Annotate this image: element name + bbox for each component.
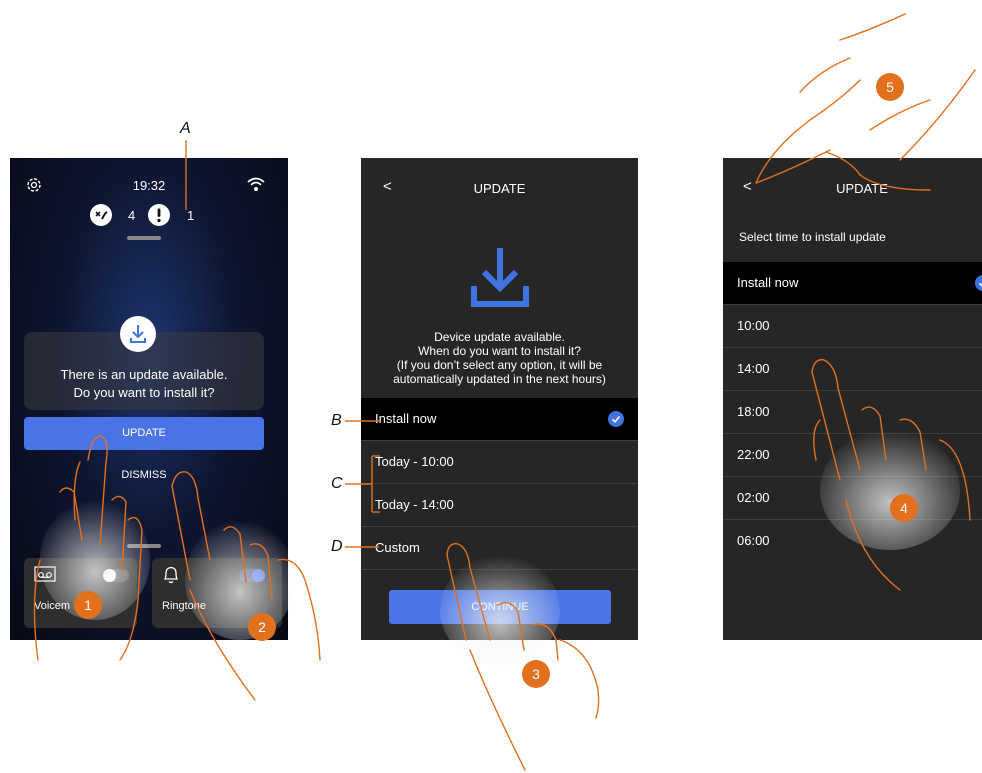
- page-title: UPDATE: [473, 181, 526, 196]
- info-line-1: Device update available.: [434, 330, 565, 344]
- callout-d: D: [331, 538, 343, 555]
- callout-c: C: [331, 475, 343, 492]
- time-option[interactable]: 02:00: [723, 477, 982, 520]
- step-badge-3: 3: [522, 660, 550, 688]
- update-message-line2: Do you want to install it?: [73, 385, 215, 400]
- ringtone-toggle[interactable]: [239, 569, 265, 582]
- update-button[interactable]: UPDATE: [24, 417, 264, 450]
- page-subtitle: Select time to install update: [739, 230, 886, 244]
- step-badge-5: 5: [876, 73, 904, 101]
- voicemail-label: Voicem: [34, 600, 71, 612]
- voicemail-icon: [34, 566, 56, 587]
- info-line-4: automatically updated in the next hours): [393, 372, 606, 386]
- time-install-now[interactable]: Install now: [723, 262, 982, 305]
- dismiss-button[interactable]: DISMISS: [24, 462, 264, 488]
- page-title: UPDATE: [836, 181, 888, 196]
- callout-a: A: [180, 120, 191, 137]
- ringtone-label: Ringtone: [162, 600, 207, 612]
- time-option[interactable]: 14:00: [723, 348, 982, 391]
- option-label: 10:00: [737, 318, 770, 333]
- step-badge-4: 4: [890, 494, 918, 522]
- option-custom[interactable]: Custom: [361, 527, 638, 570]
- missed-call-count: 4: [128, 208, 136, 223]
- time-option[interactable]: 18:00: [723, 391, 982, 434]
- option-today-1000[interactable]: Today - 10:00: [361, 441, 638, 484]
- time-option[interactable]: 10:00: [723, 305, 982, 348]
- option-label: Install now: [375, 411, 437, 426]
- option-label: 06:00: [737, 533, 770, 548]
- option-label: 18:00: [737, 404, 770, 419]
- option-label: Custom: [375, 540, 420, 555]
- callout-b: B: [331, 412, 342, 429]
- time-option[interactable]: 06:00: [723, 520, 982, 562]
- wifi-icon: [246, 176, 266, 197]
- option-label: 14:00: [737, 361, 770, 376]
- info-line-3: (If you don’t select any option, it will…: [396, 358, 603, 372]
- alert-count: 1: [187, 208, 195, 223]
- check-icon: [975, 275, 982, 291]
- update-options-screen: < UPDATE Device update available. When d…: [361, 158, 638, 640]
- home-screen: 19:32 4 1 There is an update available. …: [10, 158, 288, 640]
- option-install-now[interactable]: Install now: [361, 398, 638, 441]
- voicemail-toggle[interactable]: [103, 569, 129, 582]
- select-time-screen: < UPDATE Select time to install update I…: [723, 158, 982, 640]
- option-label: Today - 10:00: [375, 454, 454, 469]
- check-icon: [608, 411, 624, 427]
- continue-button[interactable]: CONTINUE: [389, 590, 611, 624]
- option-label: 02:00: [737, 490, 770, 505]
- download-icon: [470, 244, 530, 315]
- alert-icon[interactable]: [148, 204, 170, 231]
- option-label: Today - 14:00: [375, 497, 454, 512]
- missed-call-icon[interactable]: [90, 204, 112, 231]
- info-line-2: When do you want to install it?: [418, 344, 581, 358]
- option-label: Install now: [737, 275, 799, 290]
- download-icon: [120, 316, 156, 357]
- step-badge-2: 2: [248, 613, 276, 641]
- bell-icon: [162, 564, 180, 589]
- update-message-line1: There is an update available.: [60, 367, 228, 382]
- tiles-handle[interactable]: [127, 544, 161, 548]
- step-badge-1: 1: [74, 591, 102, 619]
- option-label: 22:00: [737, 447, 770, 462]
- option-today-1400[interactable]: Today - 14:00: [361, 484, 638, 527]
- pull-handle[interactable]: [127, 236, 161, 240]
- time-option[interactable]: 22:00: [723, 434, 982, 477]
